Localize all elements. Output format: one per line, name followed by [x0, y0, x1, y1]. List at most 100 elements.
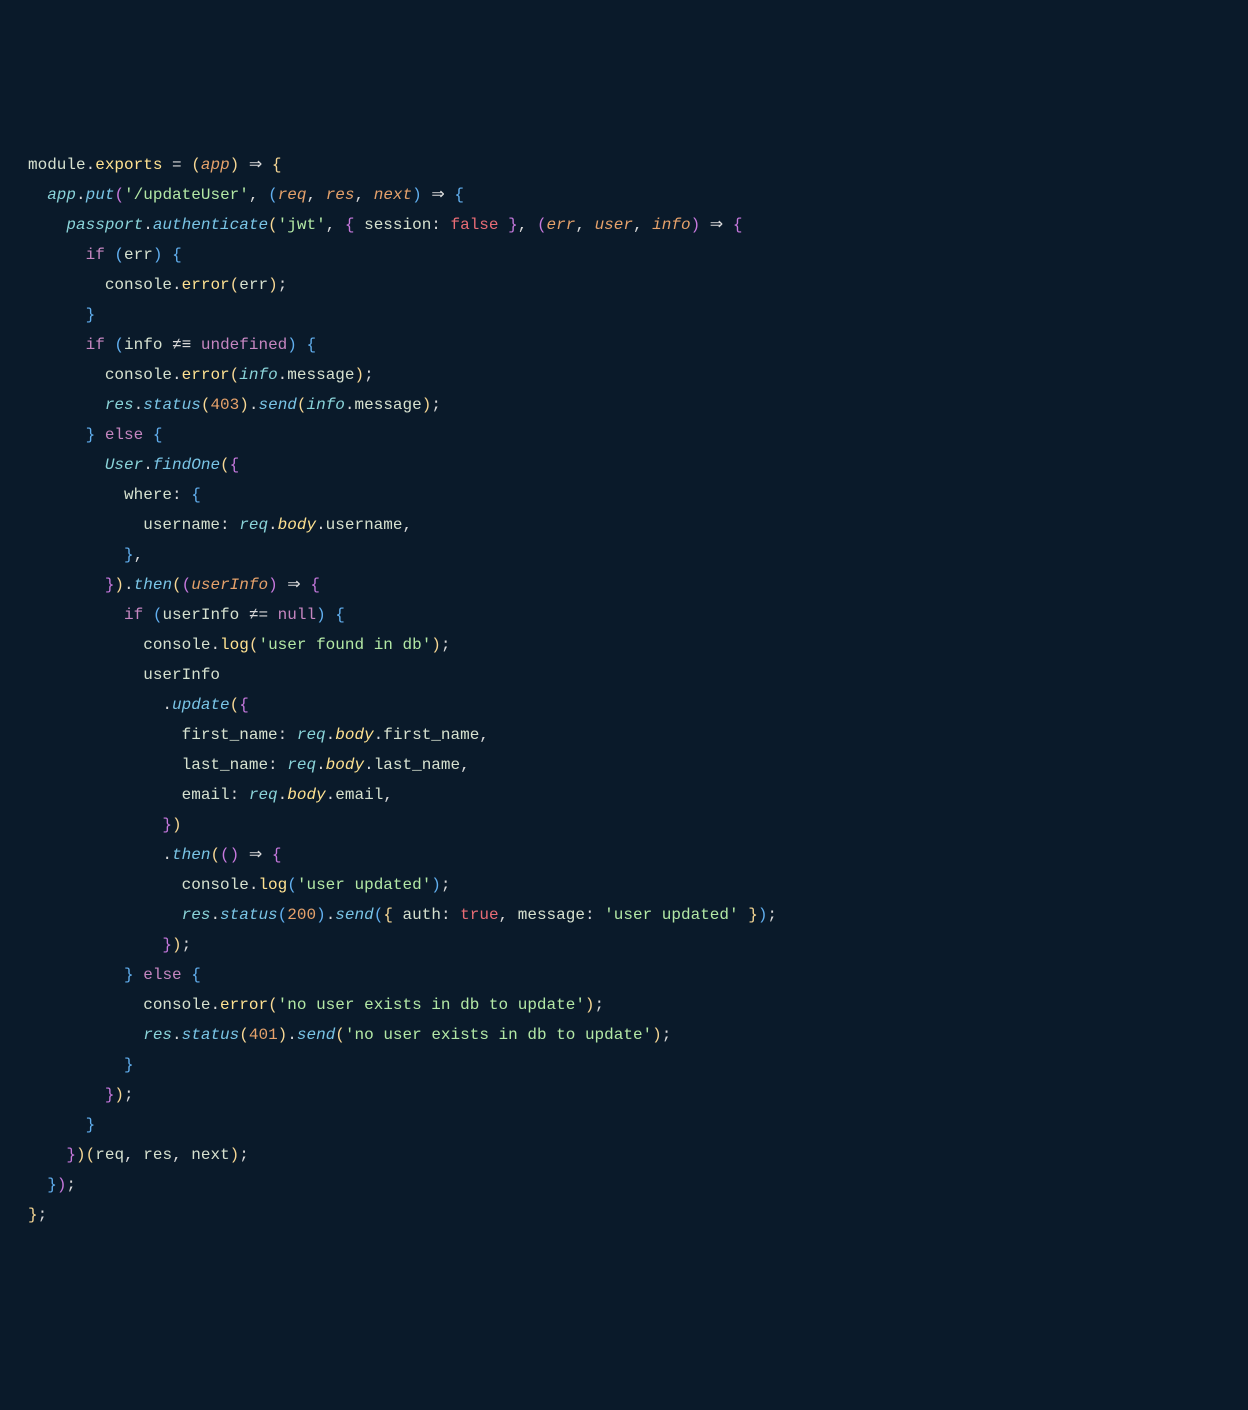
token: [28, 1146, 66, 1164]
token: .: [210, 996, 220, 1014]
token: [28, 336, 86, 354]
token: (: [114, 186, 124, 204]
code-line[interactable]: passport.authenticate('jwt', { session: …: [28, 210, 1220, 240]
token: ≠≡: [172, 336, 191, 354]
code-line[interactable]: } else {: [28, 960, 1220, 990]
token: message: [355, 396, 422, 414]
token: }: [105, 1086, 115, 1104]
token: ;: [431, 396, 441, 414]
token: .: [162, 696, 172, 714]
token: ): [239, 396, 249, 414]
token: [28, 996, 143, 1014]
code-line[interactable]: app.put('/updateUser', (req, res, next) …: [28, 180, 1220, 210]
code-block[interactable]: module.exports = (app) ⇒ { app.put('/upd…: [28, 150, 1220, 1230]
code-line[interactable]: res.status(403).send(info.message);: [28, 390, 1220, 420]
code-line[interactable]: });: [28, 1170, 1220, 1200]
token: }: [162, 936, 172, 954]
token: 'user found in db': [258, 636, 431, 654]
token: .: [86, 156, 96, 174]
code-line[interactable]: where: {: [28, 480, 1220, 510]
token: {: [335, 606, 345, 624]
token: .: [124, 576, 134, 594]
token: [700, 216, 710, 234]
code-line[interactable]: };: [28, 1200, 1220, 1230]
token: err: [124, 246, 153, 264]
token: else: [105, 426, 143, 444]
token: last_name: [374, 756, 460, 774]
token: console: [105, 276, 172, 294]
code-line[interactable]: last_name: req.body.last_name,: [28, 750, 1220, 780]
token: }: [508, 216, 518, 234]
code-line[interactable]: username: req.body.username,: [28, 510, 1220, 540]
code-line[interactable]: } else {: [28, 420, 1220, 450]
code-line[interactable]: },: [28, 540, 1220, 570]
token: ): [114, 1086, 124, 1104]
token: [28, 966, 124, 984]
token: ): [268, 576, 278, 594]
token: [28, 606, 124, 624]
token: (: [153, 606, 163, 624]
token: :: [230, 786, 249, 804]
code-line[interactable]: }): [28, 810, 1220, 840]
code-line[interactable]: .update({: [28, 690, 1220, 720]
code-line[interactable]: console.error(err);: [28, 270, 1220, 300]
token: ⇒: [249, 156, 262, 174]
token: (: [86, 1146, 96, 1164]
code-line[interactable]: }: [28, 1050, 1220, 1080]
token: {: [153, 426, 163, 444]
token: error: [182, 366, 230, 384]
code-line[interactable]: userInfo: [28, 660, 1220, 690]
token: ): [431, 876, 441, 894]
token: :: [220, 516, 239, 534]
token: ;: [662, 1026, 672, 1044]
code-line[interactable]: console.error('no user exists in db to u…: [28, 990, 1220, 1020]
token: }: [748, 906, 758, 924]
token: [134, 966, 144, 984]
token: res: [105, 396, 134, 414]
token: [28, 246, 86, 264]
token: err: [547, 216, 576, 234]
code-line[interactable]: res.status(401).send('no user exists in …: [28, 1020, 1220, 1050]
code-line[interactable]: first_name: req.body.first_name,: [28, 720, 1220, 750]
token: ,: [124, 1146, 143, 1164]
token: [739, 906, 749, 924]
token: userInfo: [28, 666, 220, 684]
code-line[interactable]: console.error(info.message);: [28, 360, 1220, 390]
token: .: [287, 1026, 297, 1044]
token: ): [585, 996, 595, 1014]
token: ;: [66, 1176, 76, 1194]
token: :: [441, 906, 460, 924]
token: null: [278, 606, 316, 624]
token: =: [162, 156, 191, 174]
code-line[interactable]: User.findOne({: [28, 450, 1220, 480]
code-line[interactable]: })(req, res, next);: [28, 1140, 1220, 1170]
token: ;: [595, 996, 605, 1014]
token: }: [47, 1176, 57, 1194]
token: res: [326, 186, 355, 204]
token: [28, 366, 105, 384]
token: findOne: [153, 456, 220, 474]
token: then: [134, 576, 172, 594]
token: ⇒: [431, 186, 444, 204]
code-line[interactable]: if (userInfo ≠= null) {: [28, 600, 1220, 630]
code-line[interactable]: }: [28, 300, 1220, 330]
code-line[interactable]: if (err) {: [28, 240, 1220, 270]
token: ): [691, 216, 701, 234]
code-line[interactable]: });: [28, 930, 1220, 960]
code-line[interactable]: .then(() ⇒ {: [28, 840, 1220, 870]
token: body: [287, 786, 325, 804]
token: [105, 336, 115, 354]
code-line[interactable]: }: [28, 1110, 1220, 1140]
code-line[interactable]: console.log('user updated');: [28, 870, 1220, 900]
token: ): [57, 1176, 67, 1194]
code-line[interactable]: if (info ≠≡ undefined) {: [28, 330, 1220, 360]
code-line[interactable]: });: [28, 1080, 1220, 1110]
code-line[interactable]: res.status(200).send({ auth: true, messa…: [28, 900, 1220, 930]
token: ): [76, 1146, 86, 1164]
token: ): [268, 276, 278, 294]
code-line[interactable]: module.exports = (app) ⇒ {: [28, 150, 1220, 180]
token: {: [272, 156, 282, 174]
code-line[interactable]: email: req.body.email,: [28, 780, 1220, 810]
code-line[interactable]: console.log('user found in db');: [28, 630, 1220, 660]
code-line[interactable]: }).then((userInfo) ⇒ {: [28, 570, 1220, 600]
